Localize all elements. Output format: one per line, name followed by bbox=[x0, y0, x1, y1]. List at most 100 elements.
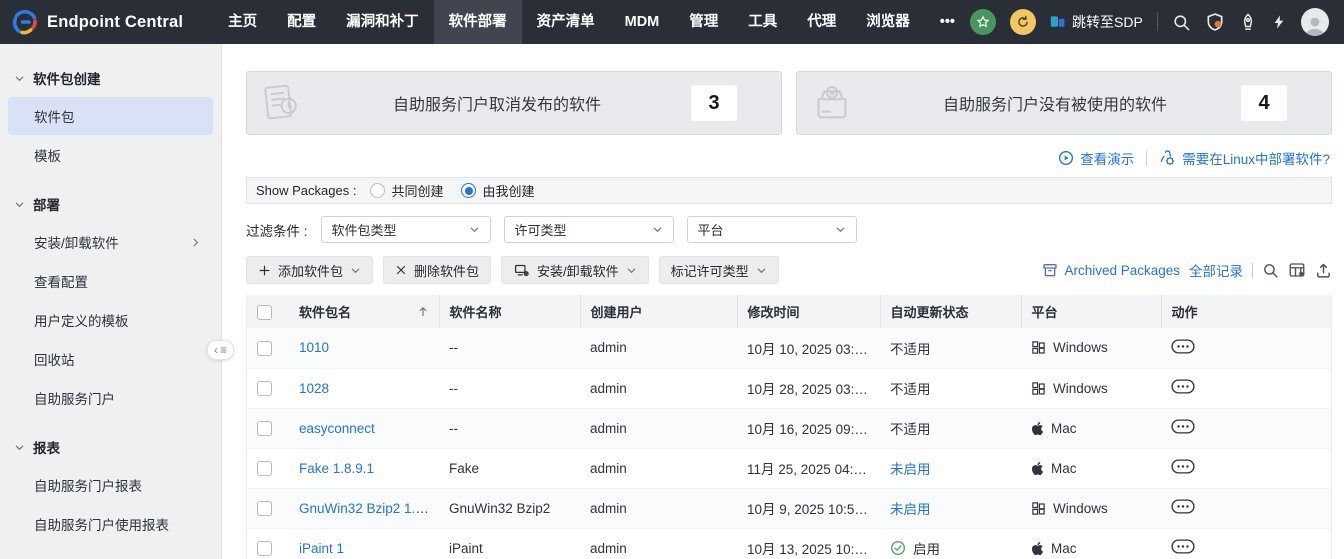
nav-item[interactable]: MDM bbox=[610, 0, 675, 44]
sidebar-section-header[interactable]: Settings bbox=[0, 555, 221, 559]
nav-item[interactable]: 漏洞和补丁 bbox=[331, 0, 434, 44]
filter-dropdown[interactable]: 许可类型 bbox=[503, 216, 674, 243]
rocket-icon[interactable] bbox=[1239, 13, 1257, 31]
search-icon[interactable] bbox=[1262, 262, 1279, 279]
view-demo-link[interactable]: 查看演示 bbox=[1058, 148, 1134, 168]
all-records-link[interactable]: 全部记录 bbox=[1189, 260, 1243, 280]
archived-packages-link[interactable]: Archived Packages bbox=[1042, 262, 1180, 278]
package-name-link[interactable]: Fake 1.8.9.1 bbox=[299, 461, 374, 476]
sidebar-item[interactable]: 回收站 bbox=[8, 340, 213, 378]
show-packages-radio[interactable]: 由我创建 bbox=[461, 181, 534, 200]
row-actions-button[interactable] bbox=[1171, 499, 1195, 514]
toolbar-button[interactable]: 安装/卸载软件 bbox=[501, 256, 649, 284]
sidebar-item[interactable]: 自助服务门户报表 bbox=[8, 466, 213, 504]
nav-item[interactable]: 配置 bbox=[272, 0, 331, 44]
jump-to-sdp-link[interactable]: 跳转至SDP bbox=[1050, 12, 1143, 32]
row-actions-button[interactable] bbox=[1171, 459, 1195, 474]
nav-item[interactable]: ••• bbox=[925, 0, 970, 44]
chevron-right-icon bbox=[193, 238, 199, 246]
table-row: 1010 -- admin 10月 10, 2025 03:45 ... 不适用 Wind… bbox=[247, 328, 1331, 369]
column-header[interactable]: 修改时间 bbox=[736, 295, 880, 328]
filter-dropdown[interactable]: 平台 bbox=[686, 216, 857, 243]
column-header[interactable]: 动作 bbox=[1160, 295, 1331, 328]
sidebar-item[interactable]: 自助服务门户 bbox=[8, 379, 213, 417]
sidebar-item[interactable]: 软件包 bbox=[8, 97, 213, 135]
row-checkbox[interactable] bbox=[257, 420, 272, 436]
column-header[interactable]: 软件名称 bbox=[438, 295, 580, 328]
divider bbox=[1146, 150, 1148, 166]
action-menu-icon bbox=[1171, 419, 1195, 434]
toolbar-button[interactable]: 添加软件包 bbox=[246, 256, 374, 284]
linux-deploy-link[interactable]: 需要在Linux中部署软件? bbox=[1159, 148, 1330, 168]
user-avatar[interactable] bbox=[1300, 8, 1329, 36]
card-unpublished-software[interactable]: 自助服务门户取消发布的软件 3 bbox=[246, 71, 782, 135]
chevron-down-icon bbox=[15, 202, 24, 207]
row-actions-button[interactable] bbox=[1171, 539, 1195, 554]
row-checkbox[interactable] bbox=[257, 460, 272, 476]
row-checkbox[interactable] bbox=[257, 380, 272, 396]
sidebar-collapse-icon[interactable]: ‹ ≡ bbox=[206, 340, 234, 360]
software-name-cell: -- bbox=[439, 328, 580, 369]
select-all-checkbox[interactable] bbox=[257, 304, 272, 320]
creator-cell: admin bbox=[580, 488, 737, 529]
sidebar-item[interactable]: 用户定义的模板 bbox=[8, 301, 213, 339]
column-header[interactable]: 软件包名 bbox=[289, 295, 439, 328]
sidebar-item[interactable]: 安装/卸载软件 bbox=[8, 223, 213, 261]
row-checkbox[interactable] bbox=[257, 500, 272, 516]
show-packages-radio-group: 共同创建 由我创建 bbox=[370, 181, 534, 200]
sidebar-item[interactable]: 查看配置 bbox=[8, 262, 213, 300]
toolbar-button[interactable]: 标记许可类型 bbox=[658, 256, 779, 284]
nav-item[interactable]: 工具 bbox=[733, 0, 792, 44]
package-name-link[interactable]: iPaint 1 bbox=[299, 541, 344, 556]
row-actions-button[interactable] bbox=[1171, 419, 1195, 434]
brand[interactable]: Endpoint Central bbox=[12, 9, 183, 35]
column-header[interactable]: 平台 bbox=[1020, 295, 1161, 328]
card-unused-software[interactable]: 自助服务门户没有被使用的软件 4 bbox=[796, 71, 1332, 135]
favorites-star-icon[interactable] bbox=[970, 9, 996, 35]
row-checkbox[interactable] bbox=[257, 540, 272, 556]
status-link[interactable]: 未启用 bbox=[890, 462, 931, 477]
table-row: GnuWin32 Bzip2 1.0.5 GnuWin32 Bzip2 admin 1… bbox=[247, 488, 1331, 529]
nav-item[interactable]: 资产清单 bbox=[522, 0, 610, 44]
security-shield-icon[interactable] bbox=[1205, 12, 1225, 32]
table-body: 1010 -- admin 10月 10, 2025 03:45 ... 不适用 Wind… bbox=[247, 328, 1331, 559]
nav-item[interactable]: 软件部署 bbox=[433, 0, 522, 44]
sidebar-section-header[interactable]: 软件包创建 bbox=[0, 60, 221, 96]
nav-item[interactable]: 浏览器 bbox=[851, 0, 925, 44]
export-icon[interactable] bbox=[1315, 262, 1332, 279]
software-name-cell: -- bbox=[439, 408, 580, 449]
package-name-link[interactable]: 1028 bbox=[299, 381, 329, 396]
sidebar-item[interactable]: 模板 bbox=[8, 136, 213, 174]
chevron-down-icon bbox=[757, 268, 765, 273]
row-actions-button[interactable] bbox=[1171, 379, 1195, 394]
flash-icon[interactable] bbox=[1271, 13, 1287, 31]
divider bbox=[1252, 262, 1253, 278]
package-name-link[interactable]: easyconnect bbox=[299, 421, 375, 436]
primary-nav: 主页 配置 漏洞和补丁 软件部署 资产清单 MDM 管理 工具 代理 浏览器 ••• bbox=[213, 0, 970, 44]
row-checkbox[interactable] bbox=[257, 340, 272, 356]
sidebar-section-header[interactable]: 报表 bbox=[0, 429, 221, 465]
toolbar-button[interactable]: 删除软件包 bbox=[383, 256, 492, 284]
action-menu-icon bbox=[1171, 379, 1195, 394]
column-header[interactable]: 创建用户 bbox=[579, 295, 737, 328]
filter-dropdown[interactable]: 软件包类型 bbox=[320, 216, 491, 243]
search-icon[interactable] bbox=[1172, 13, 1191, 32]
action-menu-icon bbox=[1171, 499, 1195, 514]
table-row: Fake 1.8.9.1 Fake admin 11月 25, 2025 04:21 … bbox=[247, 448, 1331, 489]
nav-item[interactable]: 管理 bbox=[674, 0, 733, 44]
show-packages-radio[interactable]: 共同创建 bbox=[370, 181, 443, 200]
row-actions-button[interactable] bbox=[1171, 339, 1195, 354]
column-settings-icon[interactable] bbox=[1288, 261, 1306, 279]
nav-item[interactable]: 主页 bbox=[213, 0, 272, 44]
sidebar-section-header[interactable]: 部署 bbox=[0, 186, 221, 222]
status-link[interactable]: 未启用 bbox=[890, 502, 931, 517]
package-name-link[interactable]: 1010 bbox=[299, 340, 329, 355]
action-menu-icon bbox=[1171, 459, 1195, 474]
x-icon bbox=[396, 265, 406, 275]
sidebar-item[interactable]: 自助服务门户使用报表 bbox=[8, 505, 213, 543]
package-name-link[interactable]: GnuWin32 Bzip2 1.0.5 bbox=[299, 501, 434, 516]
apple-icon bbox=[1031, 421, 1044, 435]
license-refresh-icon[interactable] bbox=[1010, 9, 1036, 35]
column-header[interactable]: 自动更新状态 bbox=[879, 295, 1021, 328]
nav-item[interactable]: 代理 bbox=[792, 0, 851, 44]
